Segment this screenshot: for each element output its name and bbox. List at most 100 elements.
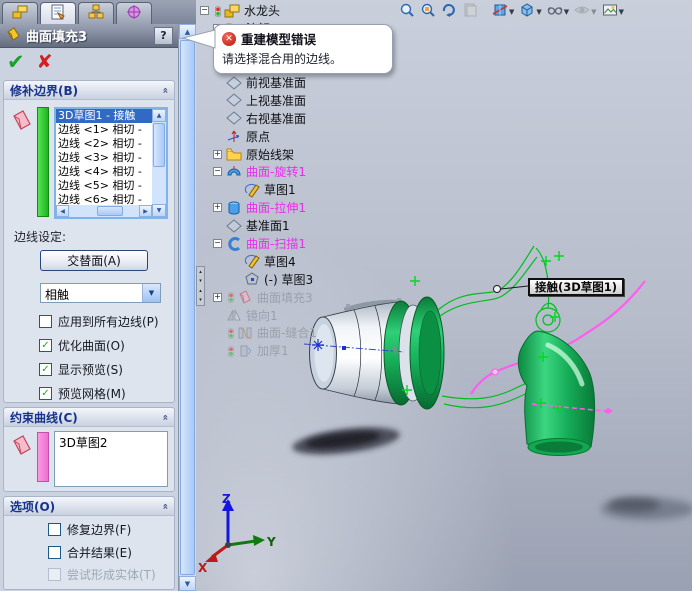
boundary-option-checkbox[interactable]: ✓ 预览网格(M) [39, 385, 126, 402]
collapse-chevron-icon[interactable]: « [159, 87, 170, 93]
error-title: 重建模型错误 [241, 32, 317, 47]
tree-item[interactable]: + 曲面-拉伸1 [200, 199, 400, 217]
boundary-option-checkbox[interactable]: ✓ 优化曲面(O) [39, 337, 125, 354]
tree-item[interactable]: 原点 [200, 127, 400, 145]
display-style-button[interactable]: ▼ [546, 1, 570, 23]
hscroll-thumb[interactable] [97, 206, 123, 216]
checkbox-box[interactable] [48, 545, 61, 559]
constraint-curves-header[interactable]: 约束曲线(C) « [4, 408, 174, 427]
zoom-fit-icon [399, 2, 415, 22]
tree-item[interactable]: + 原始线架 [200, 145, 400, 163]
fill-option-checkbox[interactable]: 合并结果(E) [48, 544, 132, 561]
edge-list-item[interactable]: 3D草图1 - 接触 [56, 109, 152, 123]
cancel-button[interactable]: ✘ [37, 52, 53, 72]
view-orientation-button[interactable]: ▼ [518, 1, 542, 23]
chevron-down-icon[interactable]: ▼ [536, 8, 541, 16]
collapse-chevron-icon[interactable]: « [159, 503, 170, 509]
boundary-option-checkbox[interactable]: 应用到所有边线(P) [39, 313, 159, 330]
configurations-tab[interactable] [78, 2, 114, 24]
chevron-down-icon[interactable]: ▼ [564, 8, 569, 16]
previous-view-icon [462, 2, 478, 22]
constraint-curve-list[interactable]: 3D草图2 [54, 431, 168, 487]
property-tab[interactable] [40, 2, 76, 24]
boundary-edge-list[interactable]: 3D草图1 - 接触 边线 <1> 相切 - 边线 <2> 相切 - 边线 <3>… [54, 107, 168, 219]
expand-icon[interactable]: + [213, 149, 222, 159]
checkbox-box[interactable] [48, 523, 61, 536]
collapse-icon[interactable]: − [213, 239, 222, 249]
panel-vscrollbar[interactable]: ▲ ▼ [179, 24, 196, 591]
section-view-button[interactable]: ▼ [491, 1, 515, 23]
features-tab[interactable] [2, 2, 38, 24]
panel-scroll-thumb[interactable] [180, 40, 195, 575]
chevron-down-icon[interactable]: ▼ [619, 8, 624, 16]
expand-icon[interactable]: + [213, 292, 222, 302]
dimxpert-tab[interactable] [116, 2, 152, 24]
checkbox-label: 显示预览(S) [58, 363, 123, 377]
checkbox-box[interactable]: ✓ [39, 363, 52, 376]
tree-item[interactable]: 镜向1 [200, 306, 400, 324]
edge-list-vscrollbar[interactable]: ▲ ▼ [152, 109, 166, 217]
help-button[interactable]: ? [154, 26, 173, 45]
tree-item[interactable]: 前视基准面 [200, 74, 400, 92]
collapse-chevron-icon[interactable]: « [159, 414, 170, 420]
tree-item[interactable]: + 曲面填充3 [200, 288, 400, 306]
chevron-down-icon[interactable]: ▼ [509, 8, 514, 16]
rotate-view-button[interactable] [440, 1, 458, 23]
checkbox-label: 应用到所有边线(P) [58, 315, 159, 329]
alternate-face-button[interactable]: 交替面(A) [40, 250, 148, 271]
collapse-icon[interactable]: − [213, 167, 222, 177]
graphics-viewport[interactable]: Z Y X ▼▼▼▼▼ −水龙头+注解前视基准面上视基准面右视基准面原点+原始线… [196, 0, 692, 591]
constraint-curve-item[interactable]: 3D草图2 [59, 434, 163, 451]
boundary-option-checkbox[interactable]: ✓ 显示预览(S) [39, 361, 123, 378]
tree-item[interactable]: − 曲面-旋转1 [200, 163, 400, 181]
tree-item-label: 加厚1 [257, 344, 289, 359]
expand-icon[interactable]: + [213, 203, 222, 213]
ok-button[interactable]: ✔ [7, 52, 25, 73]
scroll-right-arrow[interactable]: ▶ [139, 205, 152, 217]
collapse-icon[interactable]: − [200, 6, 209, 16]
edge-list-hscrollbar[interactable]: ◀ ▶ [56, 205, 152, 217]
scroll-down-arrow[interactable]: ▼ [152, 204, 166, 217]
vscroll-thumb[interactable] [153, 123, 165, 167]
checkbox-box[interactable]: ✓ [39, 387, 52, 400]
edge-list-item[interactable]: 边线 <3> 相切 - [56, 151, 152, 165]
tree-item[interactable]: (-) 草图3 [200, 270, 400, 288]
checkbox-box[interactable] [39, 315, 52, 328]
checkbox-box[interactable]: ✓ [39, 339, 52, 352]
tree-splitter-handle[interactable]: ▴ ▾ ▴ ▾ [196, 266, 205, 306]
options-header[interactable]: 选项(O) « [4, 497, 174, 516]
triad-x-label: X [198, 561, 208, 575]
chevron-down-icon[interactable]: ▼ [142, 284, 160, 302]
contact-callout[interactable]: 接触(3D草图1) [528, 278, 625, 296]
scroll-left-arrow[interactable]: ◀ [56, 205, 69, 217]
edge-list-item[interactable]: 边线 <1> 相切 - [56, 123, 152, 137]
patch-boundary-header[interactable]: 修补边界(B) « [4, 81, 174, 100]
scroll-down-arrow[interactable]: ▼ [179, 576, 196, 591]
fill-option-checkbox[interactable]: 修复边界(F) [48, 521, 131, 538]
folder-icon [226, 146, 242, 162]
tree-item[interactable]: − 水龙头 [200, 2, 400, 20]
tree-item[interactable]: 上视基准面 [200, 91, 400, 109]
previous-view-button [461, 1, 479, 23]
tree-item[interactable]: 加厚1 [200, 342, 400, 360]
chevron-down-icon[interactable]: ▼ [591, 8, 596, 16]
tree-item[interactable]: 草图1 [200, 181, 400, 199]
tree-item[interactable]: 右视基准面 [200, 109, 400, 127]
edge-list-item[interactable]: 边线 <5> 相切 - [56, 179, 152, 193]
rebuild-error-balloon[interactable]: ✕ 重建模型错误 请选择混合用的边线。 [213, 24, 393, 74]
zoom-area-button[interactable] [419, 1, 437, 23]
apply-scene-icon [602, 2, 618, 22]
apply-scene-button[interactable]: ▼ [601, 1, 625, 23]
view-orientation-icon [519, 2, 535, 22]
zoom-fit-button[interactable] [398, 1, 416, 23]
tree-item[interactable]: 曲面-缝合1 [200, 324, 400, 342]
elbow-spout-surface[interactable] [517, 330, 613, 456]
tree-item[interactable]: − 曲面-扫描1 [200, 235, 400, 253]
tree-item[interactable]: 基准面1 [200, 217, 400, 235]
curvature-control-dropdown[interactable]: 相触 ▼ [40, 283, 161, 303]
edge-list-item[interactable]: 边线 <4> 相切 - [56, 165, 152, 179]
edge-list-item[interactable]: 边线 <6> 相切 - [56, 193, 152, 205]
edge-list-item[interactable]: 边线 <2> 相切 - [56, 137, 152, 151]
tree-item[interactable]: 草图4 [200, 252, 400, 270]
scroll-up-arrow[interactable]: ▲ [152, 109, 166, 122]
